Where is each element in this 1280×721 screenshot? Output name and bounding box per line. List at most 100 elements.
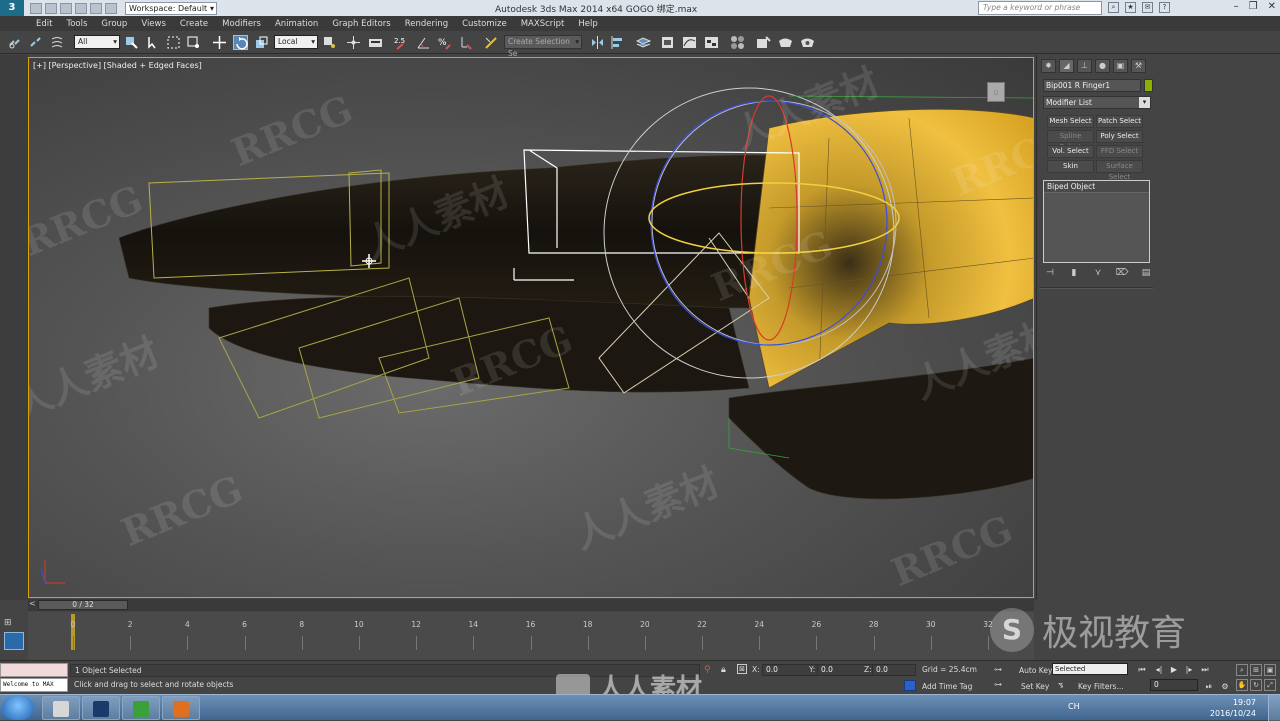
subscription-icon[interactable]: ★ (1125, 2, 1136, 13)
vol-select-button[interactable]: Vol. Select (1047, 145, 1094, 158)
render-production-icon[interactable] (800, 35, 815, 50)
patch-select-button[interactable]: Patch Select (1096, 115, 1143, 128)
track-bar-toggle-icon[interactable] (4, 632, 24, 650)
restore-icon[interactable]: ❐ (1249, 1, 1258, 12)
save-file-icon[interactable] (60, 2, 72, 14)
taskbar-explorer[interactable] (42, 696, 80, 720)
mini-curve-editor-icon[interactable]: ⊞ (4, 618, 18, 630)
track-bar[interactable]: 0 2 4 6 8 10 12 14 16 18 20 22 24 26 28 30 32 (28, 612, 1034, 660)
z-coordinate-field[interactable]: 0.0 (872, 664, 916, 676)
zoom-extents-icon[interactable]: ▣ (1264, 664, 1276, 676)
menu-help[interactable]: Help (578, 19, 597, 29)
unlink-icon[interactable] (28, 35, 43, 50)
ffd-select-button[interactable]: FFD Select (1096, 145, 1143, 158)
display-tab-icon[interactable]: ▣ (1113, 59, 1128, 73)
redo-icon[interactable] (90, 2, 102, 14)
maxscript-listener-input[interactable] (0, 663, 68, 677)
surface-select-button[interactable]: Surface Select (1096, 160, 1143, 181)
pin-stack-icon[interactable]: ⊣ (1043, 268, 1057, 280)
menu-animation[interactable]: Animation (275, 19, 318, 29)
help-search-input[interactable]: Type a keyword or phrase (978, 1, 1102, 15)
selection-filter-dropdown[interactable]: All (74, 35, 120, 49)
start-button-icon[interactable] (2, 696, 34, 720)
time-slider[interactable]: < > 0 / 32 (28, 599, 1034, 611)
select-object-icon[interactable] (124, 35, 139, 50)
prev-frame-icon[interactable]: < (29, 599, 36, 608)
help-icon[interactable]: ? (1159, 2, 1170, 13)
menu-create[interactable]: Create (180, 19, 208, 29)
modifier-list-dropdown[interactable]: Modifier List ▾ (1043, 96, 1151, 109)
make-unique-icon[interactable]: ⋎ (1091, 268, 1105, 280)
add-time-tag-button[interactable]: Add Time Tag (922, 682, 972, 691)
new-file-icon[interactable] (30, 2, 42, 14)
orbit-icon[interactable]: ↻ (1250, 679, 1262, 691)
key-mode-toggle-icon[interactable]: ⏯ (1202, 681, 1216, 692)
key-mode-icon[interactable]: ⊶ (994, 665, 1006, 675)
set-key-button[interactable]: Set Key (1021, 682, 1049, 691)
link-icon[interactable] (8, 35, 23, 50)
next-frame-button-icon[interactable]: |▸ (1182, 664, 1196, 675)
menu-views[interactable]: Views (141, 19, 166, 29)
key-filters-button[interactable]: Key Filters... (1078, 682, 1124, 691)
object-color-swatch[interactable] (1144, 79, 1153, 92)
object-name-field[interactable]: Bip001 R Finger1 (1043, 79, 1141, 92)
menu-rendering[interactable]: Rendering (405, 19, 448, 29)
pan-view-icon[interactable]: ✋ (1236, 679, 1248, 691)
skin-button[interactable]: Skin (1047, 160, 1094, 173)
curve-editor-icon[interactable] (682, 35, 697, 50)
play-icon[interactable]: ▶ (1167, 664, 1181, 675)
create-tab-icon[interactable]: ✸ (1041, 59, 1056, 73)
motion-tab-icon[interactable]: ● (1095, 59, 1110, 73)
time-configuration-icon[interactable]: ⚙ (1218, 681, 1232, 692)
menu-group[interactable]: Group (101, 19, 127, 29)
spline-select-button[interactable]: Spline Select (1047, 130, 1094, 151)
rect-region-icon[interactable] (166, 35, 181, 50)
maximize-viewport-icon[interactable]: ⤢ (1264, 679, 1276, 691)
system-clock[interactable]: 19:07 2016/10/24 (1210, 697, 1256, 719)
zoom-all-icon[interactable]: ⊞ (1250, 664, 1262, 676)
default-in-out-tangent-icon[interactable]: ⦪ (1058, 680, 1063, 690)
window-crossing-icon[interactable] (186, 35, 201, 50)
menu-maxscript[interactable]: MAXScript (521, 19, 565, 29)
perspective-viewport[interactable]: [+] [Perspective] [Shaded + Edged Faces]… (28, 57, 1034, 598)
keyboard-shortcut-icon[interactable] (368, 35, 383, 50)
menu-tools[interactable]: Tools (66, 19, 87, 29)
menu-graph-editors[interactable]: Graph Editors (332, 19, 390, 29)
time-tag-icon[interactable] (904, 680, 916, 691)
mesh-select-button[interactable]: Mesh Select (1047, 115, 1094, 128)
rendered-frame-window-icon[interactable] (778, 35, 793, 50)
remove-modifier-icon[interactable]: ⌦ (1115, 268, 1129, 280)
auto-key-button[interactable]: Auto Key (1019, 666, 1052, 675)
utilities-tab-icon[interactable]: ⚒ (1131, 59, 1146, 73)
open-file-icon[interactable] (45, 2, 57, 14)
set-key-mode-icon[interactable]: ⊶ (994, 680, 1006, 690)
percent-snap-icon[interactable]: % (437, 35, 452, 50)
select-manipulate-icon[interactable] (346, 35, 361, 50)
graphite-toolbox-icon[interactable] (660, 35, 675, 50)
mirror-icon[interactable] (590, 35, 605, 50)
spinner-snap-icon[interactable] (458, 35, 473, 50)
snap-toggle-icon[interactable]: 2.5 (394, 35, 409, 50)
close-icon[interactable]: ✕ (1268, 1, 1276, 12)
go-to-end-icon[interactable]: ⏭ (1198, 664, 1212, 675)
named-selection-dropdown[interactable]: Create Selection Se (504, 35, 582, 58)
taskbar-powerpoint[interactable] (162, 696, 200, 720)
undo-icon[interactable] (75, 2, 87, 14)
communication-icon[interactable]: ✉ (1142, 2, 1153, 13)
schematic-view-icon[interactable] (704, 35, 719, 50)
pivot-center-icon[interactable] (322, 35, 337, 50)
app-menu-icon[interactable]: 3 (0, 0, 24, 16)
select-rotate-icon[interactable] (233, 35, 248, 50)
taskbar-photoshop[interactable] (82, 696, 120, 720)
configure-sets-icon[interactable]: ▤ (1139, 268, 1153, 280)
time-slider-thumb[interactable]: 0 / 32 (38, 600, 128, 610)
stack-item-biped-object[interactable]: Biped Object (1044, 181, 1149, 193)
zoom-icon[interactable]: ⌕ (1236, 664, 1248, 676)
edit-named-selection-icon[interactable] (484, 35, 499, 50)
poly-select-button[interactable]: Poly Select (1096, 130, 1143, 143)
maxscript-listener-output[interactable]: Welcome to MAX (0, 678, 68, 692)
absolute-mode-icon[interactable]: ⊠ (737, 664, 747, 674)
current-frame-field[interactable]: 0 (1150, 679, 1198, 691)
menu-customize[interactable]: Customize (462, 19, 507, 29)
angle-snap-icon[interactable] (416, 35, 431, 50)
